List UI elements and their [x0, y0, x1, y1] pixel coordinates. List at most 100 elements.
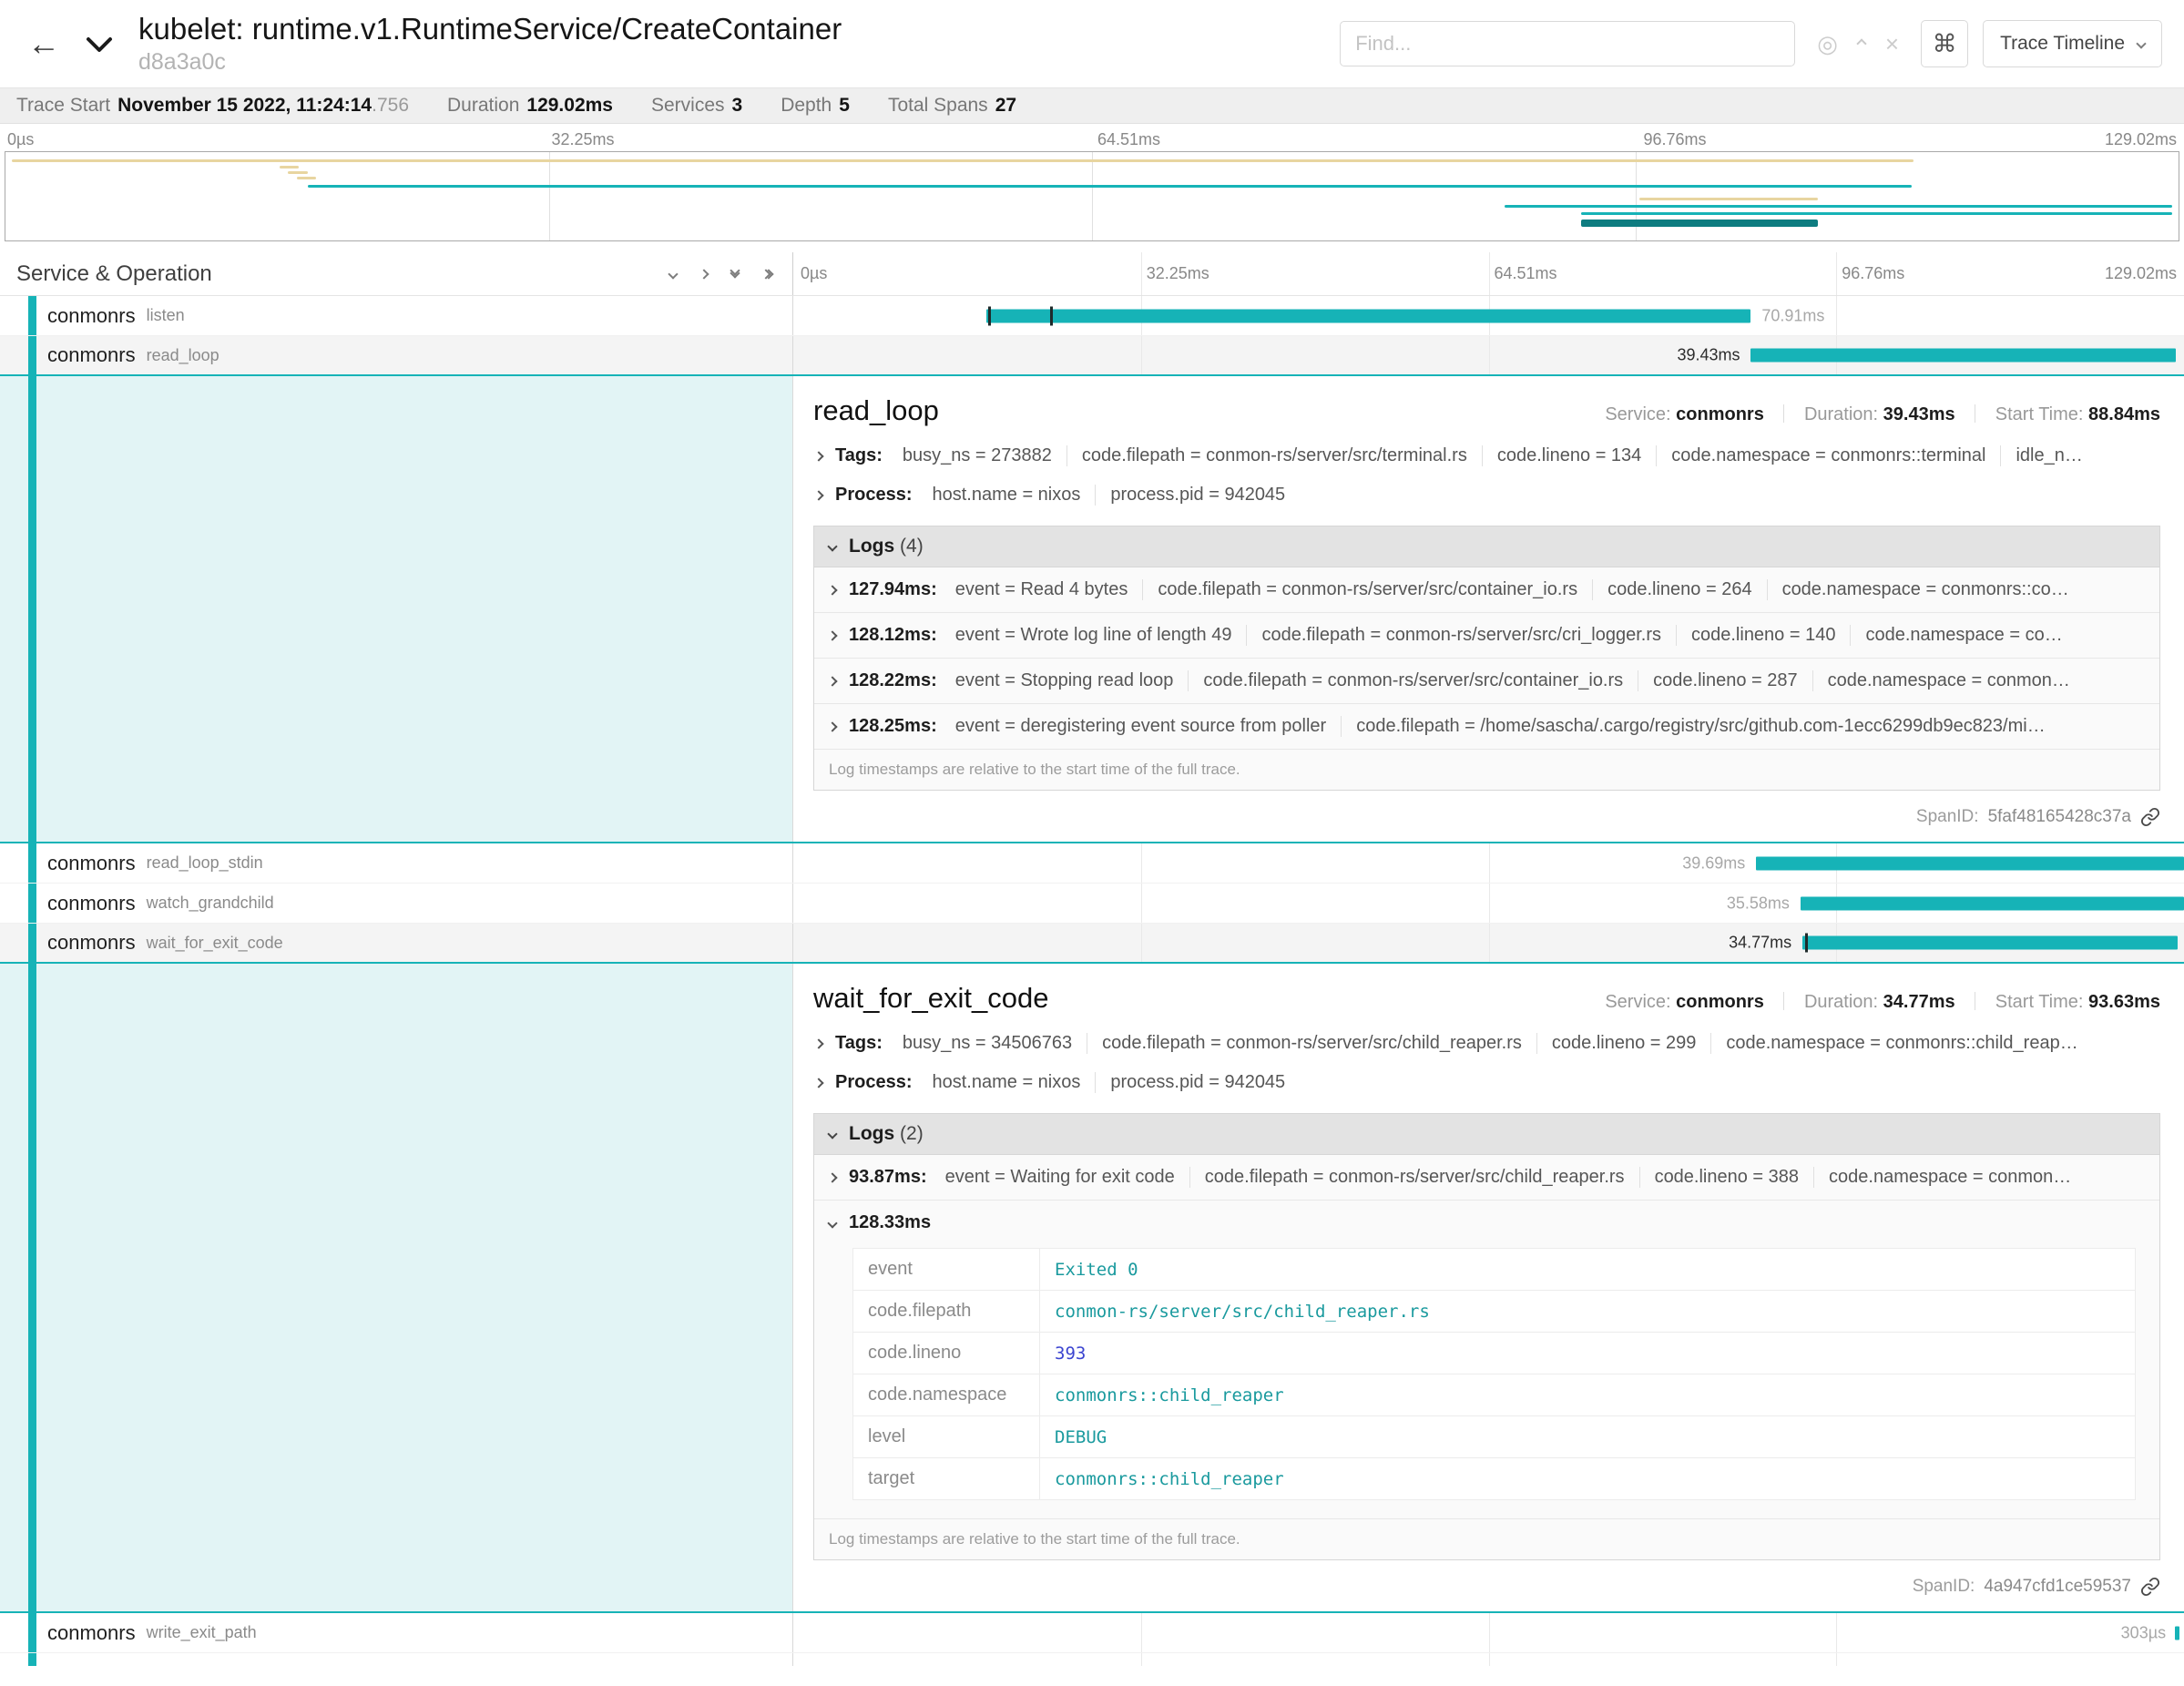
ruler-gridline: [1489, 252, 1490, 295]
service-color-bar: [28, 1653, 36, 1666]
double-chevron-down-icon[interactable]: [731, 271, 739, 277]
tick-label: 32.25ms: [552, 130, 615, 149]
process-row[interactable]: Process: host.name = nixos process.pid =…: [813, 485, 2160, 506]
tags-row[interactable]: Tags: busy_ns = 34506763 code.filepath =…: [813, 1033, 2160, 1054]
log-entry[interactable]: 127.94ms: event = Read 4 bytes code.file…: [814, 567, 2159, 613]
span-bar[interactable]: [1750, 349, 2176, 363]
page-title: kubelet: runtime.v1.RuntimeService/Creat…: [138, 12, 842, 46]
log-entry[interactable]: 128.12ms: event = Wrote log line of leng…: [814, 613, 2159, 659]
keyboard-shortcuts-button[interactable]: ⌘: [1921, 20, 1968, 67]
service-operation-header: Service & Operation: [0, 252, 793, 295]
log-field-chip: code.filepath = conmon-rs/server/src/con…: [1143, 579, 1593, 600]
tag-chip: code.namespace = conmonrs::child_reap…: [1711, 1033, 2092, 1054]
span-timeline-cell[interactable]: 39.69ms: [793, 843, 2184, 883]
log-field-chip: code.namespace = conmon…: [1813, 670, 2085, 691]
span-timeline-cell[interactable]: 70.91ms: [793, 296, 2184, 335]
span-bar[interactable]: [1756, 856, 2184, 870]
trace-id: d8a3a0c: [138, 49, 842, 76]
service-name: conmonrs: [47, 304, 136, 328]
tick-label: 64.51ms: [1097, 130, 1160, 149]
chevron-right-icon: [827, 630, 837, 640]
chevron-right-icon[interactable]: [700, 271, 708, 278]
minimap-span-line: [1581, 212, 2172, 215]
service-name: conmonrs: [47, 892, 136, 915]
log-marker[interactable]: [988, 306, 991, 325]
span-name-cell[interactable]: conmonrs wait_for_exit_code: [0, 924, 793, 962]
find-input[interactable]: [1340, 21, 1795, 66]
log-marker[interactable]: [1805, 934, 1808, 953]
timeline-gridline: [1836, 1613, 1837, 1652]
logs-header[interactable]: Logs (4): [814, 526, 2159, 567]
tag-chip: code.lineno = 134: [1483, 445, 1657, 466]
minimap-span-line: [280, 166, 299, 169]
tick-label: 0µs: [801, 264, 827, 283]
span-timeline-cell[interactable]: [793, 1653, 2184, 1666]
log-marker[interactable]: [1050, 306, 1053, 325]
span-name-cell[interactable]: conmonrs read_loop: [0, 336, 793, 374]
previous-result-icon[interactable]: [1856, 38, 1866, 48]
span-detail-read-loop: read_loop Service: conmonrs Duration: 39…: [0, 376, 2184, 843]
span-duration-label: 303µs: [2121, 1623, 2166, 1642]
log-field-chip: event = Read 4 bytes: [941, 579, 1144, 600]
locate-span-icon[interactable]: ◎: [1817, 30, 1838, 58]
log-field-chip: code.namespace = co…: [1851, 625, 2077, 646]
log-field-row: code.lineno 393: [853, 1333, 2136, 1374]
copy-link-icon[interactable]: [2140, 1577, 2160, 1597]
minimap-span-line: [1581, 220, 1818, 227]
minimap-span-line: [308, 185, 1912, 188]
copy-link-icon[interactable]: [2140, 807, 2160, 827]
tags-row[interactable]: Tags: busy_ns = 273882 code.filepath = c…: [813, 445, 2160, 466]
log-field-row: code.namespace conmonrs::child_reaper: [853, 1374, 2136, 1416]
span-timeline-cell[interactable]: 303µs: [793, 1613, 2184, 1652]
service-name: conmonrs: [47, 343, 136, 367]
detail-left-column: [0, 964, 793, 1611]
span-bar[interactable]: [1801, 896, 2184, 910]
span-name-cell[interactable]: conmonrs read_loop_stdin: [0, 843, 793, 883]
log-field-row: code.filepath conmon-rs/server/src/child…: [853, 1291, 2136, 1333]
timeline-gridline: [1489, 924, 1490, 962]
trace-minimap[interactable]: [5, 151, 2179, 241]
collapse-trace-header-icon[interactable]: [86, 36, 113, 58]
process-row[interactable]: Process: host.name = nixos process.pid =…: [813, 1072, 2160, 1093]
trace-title-block: kubelet: runtime.v1.RuntimeService/Creat…: [138, 12, 842, 76]
process-chip: process.pid = 942045: [1096, 1072, 1300, 1093]
service-operation-title: Service & Operation: [16, 261, 212, 287]
span-name-cell[interactable]: conmonrs listen: [0, 296, 793, 335]
log-entry[interactable]: 93.87ms: event = Waiting for exit code c…: [814, 1155, 2159, 1201]
double-chevron-right-icon[interactable]: [762, 271, 772, 278]
top-controls: ◎ × ⌘ Trace Timeline: [1340, 20, 2162, 67]
span-duration-label: 34.77ms: [1729, 934, 1791, 953]
span-name-cell[interactable]: conmonrs write_exit_path: [0, 1613, 793, 1652]
timeline-gridline: [1836, 296, 1837, 335]
span-bar[interactable]: [986, 309, 1750, 322]
log-entry[interactable]: 128.22ms: event = Stopping read loop cod…: [814, 659, 2159, 704]
span-timeline-cell[interactable]: 34.77ms: [793, 924, 2184, 962]
logs-header[interactable]: Logs (2): [814, 1114, 2159, 1155]
tick-label: 96.76ms: [1644, 130, 1707, 149]
back-button[interactable]: ←: [18, 25, 69, 63]
span-timeline-cell[interactable]: 35.58ms: [793, 884, 2184, 923]
span-bar[interactable]: [1802, 936, 2178, 950]
ruler-gridline: [1836, 252, 1837, 295]
chevron-down-icon[interactable]: [669, 271, 677, 278]
timeline-gridline: [1489, 843, 1490, 883]
log-entry[interactable]: 128.25ms: event = deregistering event so…: [814, 704, 2159, 750]
minimap-gridline: [549, 152, 550, 240]
clear-search-icon[interactable]: ×: [1885, 30, 1899, 58]
log-entry-header[interactable]: 128.33ms: [825, 1212, 2148, 1233]
span-name-cell[interactable]: conmonrs watch_grandchild: [0, 884, 793, 923]
logs-footnote: Log timestamps are relative to the start…: [814, 750, 2159, 790]
collapse-controls: [669, 271, 772, 278]
trace-services: Services3: [651, 95, 742, 117]
span-bar[interactable]: [2175, 1626, 2179, 1640]
minimap-span-line: [288, 171, 307, 174]
span-detail-meta: Service: conmonrs Duration: 34.77ms Star…: [1605, 992, 2160, 1013]
span-timeline-cell[interactable]: 39.43ms: [793, 336, 2184, 374]
tag-chip: code.namespace = conmonrs::terminal: [1657, 445, 2001, 466]
span-detail-meta: Service: conmonrs Duration: 39.43ms Star…: [1605, 404, 2160, 425]
trace-view-select[interactable]: Trace Timeline: [1983, 20, 2162, 67]
span-name-cell[interactable]: [0, 1653, 793, 1666]
log-field-row: event Exited 0: [853, 1249, 2136, 1291]
log-field-chip: code.filepath = conmon-rs/server/src/cri…: [1247, 625, 1677, 646]
chevron-down-icon: [827, 1129, 837, 1139]
